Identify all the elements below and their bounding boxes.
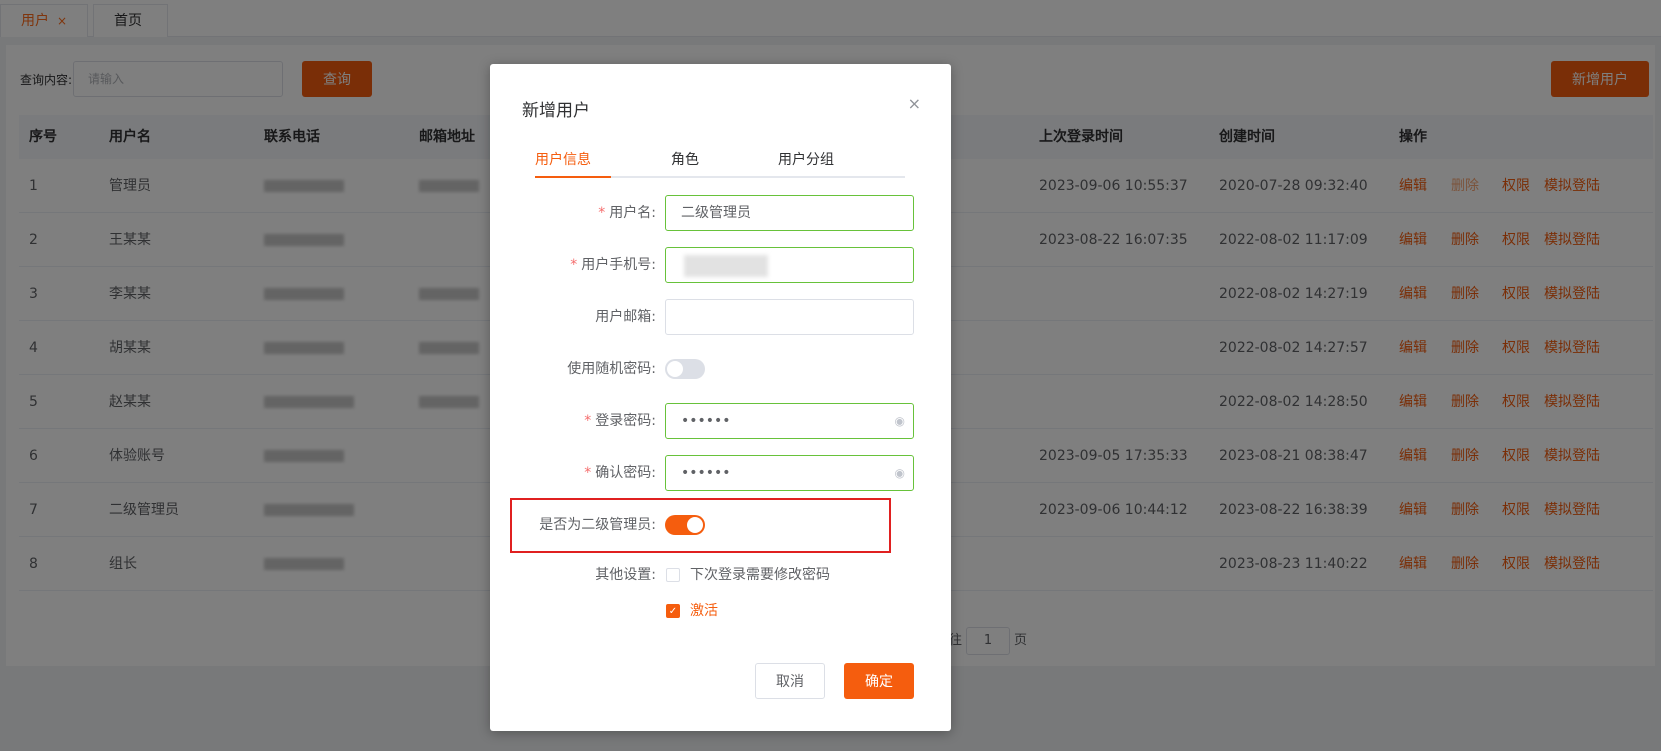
second-admin-row: 是否为二级管理员: [490,507,951,543]
confirm-password-label: * 确认密码: [584,465,656,481]
username-row: * 用户名: 二级管理员 [490,195,951,231]
dialog-tabs: 用户信息 角色 用户分组 [535,148,905,178]
eye-icon[interactable]: ◉ [895,404,905,438]
other-settings-row: 其他设置: 下次登录需要修改密码 [490,559,951,595]
required-mark: * [584,413,592,429]
username-input[interactable]: 二级管理员 [665,195,914,231]
random-password-row: 使用随机密码: [490,351,951,387]
switch-knob [687,517,703,533]
eye-icon[interactable]: ◉ [895,456,905,490]
password-row: * 登录密码: •••••• ◉ [490,403,951,439]
username-label: * 用户名: [598,205,656,221]
active-tab-indicator [535,176,611,178]
dialog-title: 新增用户 [522,101,590,121]
other-settings-label: 其他设置: [595,567,656,583]
tab-user-group[interactable]: 用户分组 [778,148,834,172]
password-value: •••••• [681,413,731,429]
cancel-button[interactable]: 取消 [755,663,825,699]
second-admin-label: 是否为二级管理员: [539,517,656,533]
tab-user-info[interactable]: 用户信息 [535,148,591,172]
password-input[interactable]: •••••• ◉ [665,403,914,439]
add-user-dialog: 新增用户 × 用户信息 角色 用户分组 * 用户名: 二级管理员 * 用户手机号: … [490,64,951,731]
redacted-phone [684,255,768,277]
active-label[interactable]: 激活 [690,603,718,619]
required-mark: * [584,465,592,481]
random-password-label: 使用随机密码: [567,361,656,377]
change-password-checkbox[interactable] [666,568,680,582]
active-row: ✓ 激活 [490,595,951,631]
phone-input[interactable] [665,247,914,283]
confirm-button[interactable]: 确定 [844,663,914,699]
random-password-switch[interactable] [665,359,705,379]
confirm-password-row: * 确认密码: •••••• ◉ [490,455,951,491]
email-row: 用户邮箱: [490,299,951,335]
password-label: * 登录密码: [584,413,656,429]
phone-label: * 用户手机号: [570,257,656,273]
change-password-label[interactable]: 下次登录需要修改密码 [690,567,830,583]
active-checkbox[interactable]: ✓ [666,604,680,618]
switch-knob [667,361,683,377]
phone-row: * 用户手机号: [490,247,951,283]
second-admin-switch[interactable] [665,515,705,535]
confirm-password-input[interactable]: •••••• ◉ [665,455,914,491]
tab-role[interactable]: 角色 [671,148,699,172]
required-mark: * [598,205,606,221]
close-icon[interactable]: × [908,94,921,113]
required-mark: * [570,257,578,273]
email-input[interactable] [665,299,914,335]
confirm-password-value: •••••• [681,465,731,481]
email-label: 用户邮箱: [595,309,656,325]
